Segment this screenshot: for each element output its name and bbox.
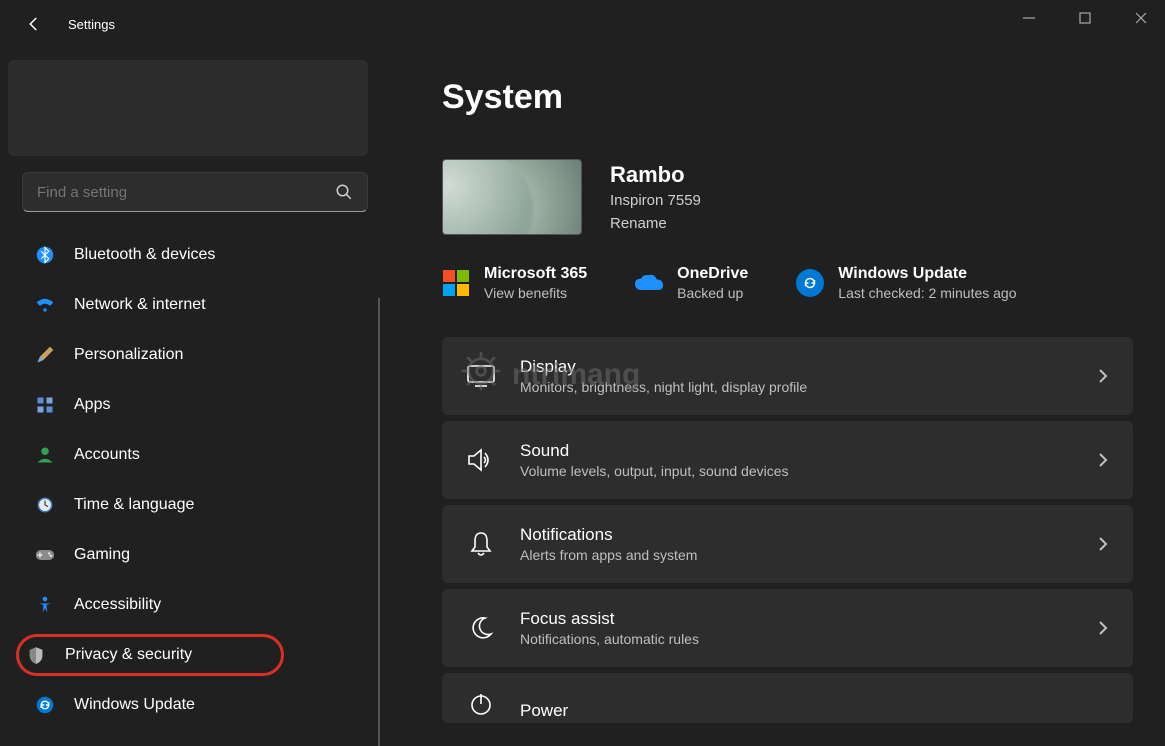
chevron-right-icon	[1095, 536, 1111, 552]
sidebar-item-label: Accounts	[74, 446, 140, 464]
status-microsoft365[interactable]: Microsoft 365 View benefits	[442, 265, 587, 301]
gamepad-icon	[34, 544, 56, 566]
sidebar-item-label: Network & internet	[74, 296, 206, 314]
sidebar-item-accounts[interactable]: Accounts	[22, 434, 380, 476]
sidebar-item-label: Accessibility	[74, 596, 161, 614]
page-title: System	[442, 78, 1133, 117]
sidebar-item-label: Time & language	[74, 496, 194, 514]
card-title: Power	[520, 701, 568, 721]
sidebar-item-personalization[interactable]: Personalization	[22, 334, 380, 376]
minimize-button[interactable]	[1017, 6, 1041, 30]
close-button[interactable]	[1129, 6, 1153, 30]
card-sound[interactable]: Sound Volume levels, output, input, soun…	[442, 421, 1133, 499]
monitor-icon	[464, 359, 498, 393]
sidebar: Bluetooth & devices Network & internet P…	[0, 48, 380, 746]
device-info: Rambo Inspiron 7559 Rename	[610, 162, 701, 232]
back-button[interactable]	[22, 12, 46, 36]
sidebar-item-bluetooth[interactable]: Bluetooth & devices	[22, 234, 380, 276]
card-title: Display	[520, 357, 807, 377]
status-sub: View benefits	[484, 285, 587, 301]
maximize-button[interactable]	[1073, 6, 1097, 30]
card-sub: Notifications, automatic rules	[520, 631, 699, 647]
window-title: Settings	[68, 17, 115, 32]
person-icon	[34, 444, 56, 466]
wifi-icon	[34, 294, 56, 316]
sync-icon	[34, 694, 56, 716]
apps-icon	[34, 394, 56, 416]
sidebar-item-label: Windows Update	[74, 696, 195, 714]
settings-cards: Display Monitors, brightness, night ligh…	[442, 337, 1133, 723]
titlebar: Settings	[0, 0, 1165, 48]
device-model: Inspiron 7559	[610, 192, 701, 209]
card-title: Sound	[520, 441, 789, 461]
navigation: Bluetooth & devices Network & internet P…	[8, 234, 380, 726]
status-sub: Last checked: 2 minutes ago	[838, 285, 1016, 301]
status-windows-update[interactable]: Windows Update Last checked: 2 minutes a…	[796, 265, 1016, 301]
speaker-icon	[464, 443, 498, 477]
cloud-icon	[635, 269, 663, 297]
card-sub: Alerts from apps and system	[520, 547, 697, 563]
sidebar-item-label: Privacy & security	[65, 646, 192, 664]
sidebar-item-accessibility[interactable]: Accessibility	[22, 584, 380, 626]
power-icon	[464, 687, 498, 721]
card-title: Notifications	[520, 525, 697, 545]
sidebar-item-label: Gaming	[74, 546, 130, 564]
status-onedrive[interactable]: OneDrive Backed up	[635, 265, 748, 301]
user-card[interactable]	[8, 60, 368, 156]
sidebar-item-apps[interactable]: Apps	[22, 384, 380, 426]
brush-icon	[34, 344, 56, 366]
clock-icon	[34, 494, 56, 516]
sync-circle-icon	[796, 269, 824, 297]
sidebar-item-label: Bluetooth & devices	[74, 246, 215, 264]
search-input[interactable]	[37, 184, 335, 201]
sidebar-item-privacy[interactable]: Privacy & security	[16, 634, 284, 676]
card-display[interactable]: Display Monitors, brightness, night ligh…	[442, 337, 1133, 415]
status-row: Microsoft 365 View benefits OneDrive Bac…	[442, 265, 1133, 301]
status-title: Microsoft 365	[484, 265, 587, 283]
chevron-right-icon	[1095, 452, 1111, 468]
device-name: Rambo	[610, 162, 701, 188]
card-notifications[interactable]: Notifications Alerts from apps and syste…	[442, 505, 1133, 583]
bell-icon	[464, 527, 498, 561]
sidebar-item-windows-update[interactable]: Windows Update	[22, 684, 380, 726]
microsoft-logo	[442, 269, 470, 297]
sidebar-item-gaming[interactable]: Gaming	[22, 534, 380, 576]
card-sub: Monitors, brightness, night light, displ…	[520, 379, 807, 395]
status-title: OneDrive	[677, 265, 748, 283]
sidebar-item-label: Apps	[74, 396, 110, 414]
sidebar-item-label: Personalization	[74, 346, 183, 364]
card-focus-assist[interactable]: Focus assist Notifications, automatic ru…	[442, 589, 1133, 667]
device-row: Rambo Inspiron 7559 Rename	[442, 159, 1133, 235]
search-box[interactable]	[22, 172, 368, 212]
rename-link[interactable]: Rename	[610, 215, 701, 232]
shield-icon	[25, 644, 47, 666]
chevron-right-icon	[1095, 620, 1111, 636]
search-icon	[335, 183, 353, 201]
device-thumbnail[interactable]	[442, 159, 582, 235]
status-sub: Backed up	[677, 285, 748, 301]
bluetooth-icon	[34, 244, 56, 266]
sidebar-item-time[interactable]: Time & language	[22, 484, 380, 526]
chevron-right-icon	[1095, 368, 1111, 384]
card-sub: Volume levels, output, input, sound devi…	[520, 463, 789, 479]
moon-icon	[464, 611, 498, 645]
sidebar-scrollbar[interactable]	[378, 298, 380, 746]
window-controls	[1017, 6, 1153, 30]
accessibility-icon	[34, 594, 56, 616]
status-title: Windows Update	[838, 265, 1016, 283]
main-content: System Rambo Inspiron 7559 Rename Micros…	[380, 48, 1165, 746]
card-title: Focus assist	[520, 609, 699, 629]
sidebar-item-network[interactable]: Network & internet	[22, 284, 380, 326]
card-power[interactable]: Power	[442, 673, 1133, 723]
